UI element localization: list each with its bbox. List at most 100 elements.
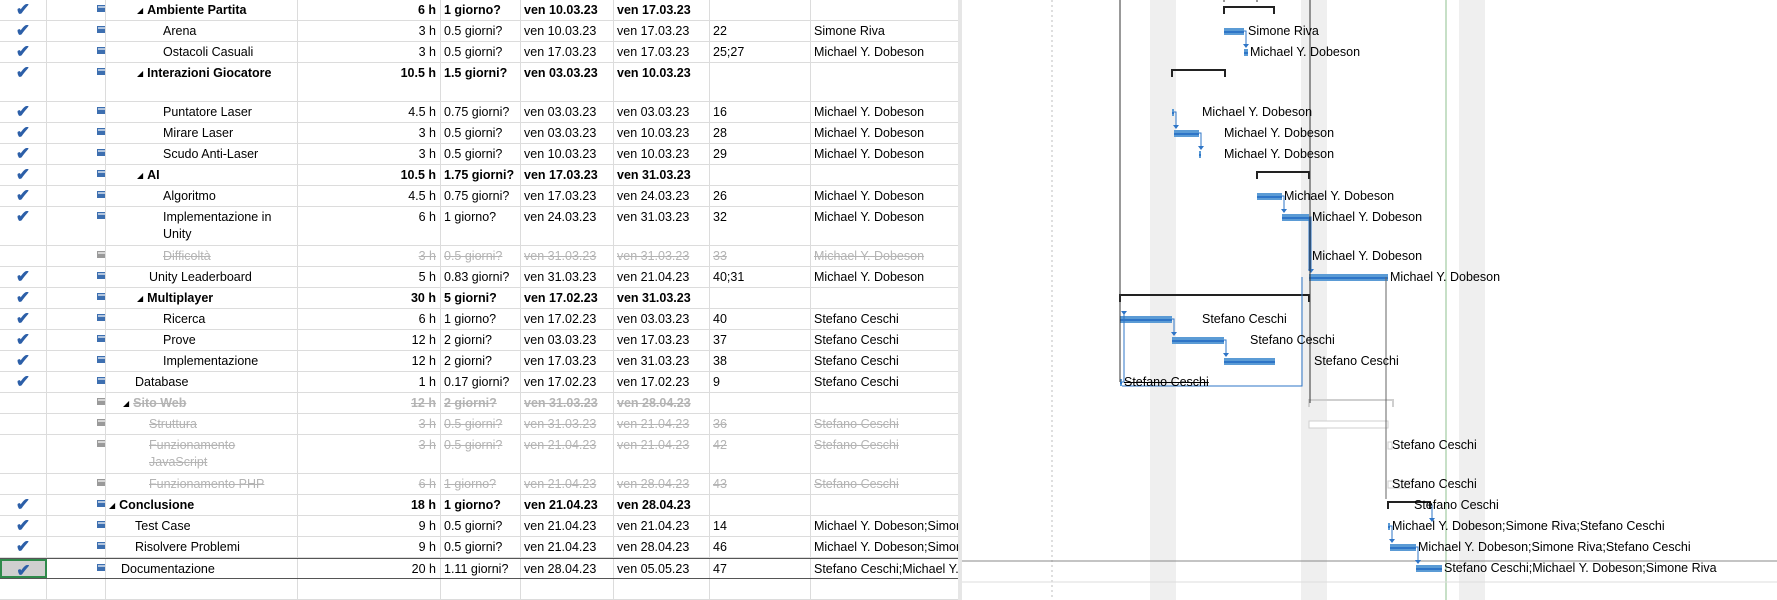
start-cell[interactable]: ven 31.03.23 — [521, 393, 614, 413]
work-cell[interactable]: 3 h — [298, 246, 441, 266]
task-name-cell[interactable]: Risolvere Problemi — [106, 537, 298, 557]
work-cell[interactable]: 3 h — [298, 42, 441, 62]
finish-cell[interactable]: ven 21.04.23 — [614, 516, 710, 536]
task-name-cell[interactable]: Database — [106, 372, 298, 392]
duration-cell[interactable]: 0.5 giorni? — [441, 516, 521, 536]
indicator-cell[interactable] — [0, 393, 47, 413]
work-cell[interactable]: 6 h — [298, 0, 441, 20]
task-row[interactable]: Funzionamento PHP 6 h 1 giorno? ven 21.04.2… — [0, 474, 962, 495]
duration-cell[interactable]: 0.5 giorni? — [441, 537, 521, 557]
task-name-cell[interactable]: Funzionamento PHP — [106, 474, 298, 494]
start-cell[interactable]: ven 28.04.23 — [521, 559, 614, 578]
start-cell[interactable]: ven 31.03.23 — [521, 246, 614, 266]
task-mode-cell[interactable] — [47, 144, 106, 164]
indicator-cell[interactable] — [0, 414, 47, 434]
task-mode-cell[interactable] — [47, 267, 106, 287]
indicator-cell[interactable]: ✔ — [0, 330, 47, 350]
task-name-cell[interactable]: Algoritmo — [106, 186, 298, 206]
task-name-cell[interactable]: Funzionamento JavaScript — [106, 435, 298, 473]
task-name-cell[interactable]: ◢ Multiplayer — [106, 288, 298, 308]
duration-cell[interactable]: 0.5 giorni? — [441, 21, 521, 41]
finish-cell[interactable]: ven 21.04.23 — [614, 435, 710, 473]
task-name-cell[interactable]: Struttura — [106, 414, 298, 434]
resource-names-cell[interactable] — [811, 393, 962, 413]
collapse-triangle-icon[interactable]: ◢ — [137, 167, 143, 184]
resource-names-cell[interactable]: Michael Y. Dobeson;Simone Riva;Stefano C… — [811, 516, 962, 536]
indicator-cell[interactable]: ✔ — [0, 21, 47, 41]
task-row[interactable]: ✔ Test Case 9 h 0.5 giorni? ven 21.04.23 ven … — [0, 516, 962, 537]
work-cell[interactable]: 6 h — [298, 474, 441, 494]
predecessors-cell[interactable]: 9 — [710, 372, 811, 392]
indicator-cell[interactable]: ✔ — [0, 309, 47, 329]
collapse-triangle-icon[interactable]: ◢ — [137, 2, 143, 19]
indicator-cell[interactable] — [0, 246, 47, 266]
collapse-triangle-icon[interactable]: ◢ — [109, 497, 115, 514]
predecessors-cell[interactable]: 46 — [710, 537, 811, 557]
start-cell[interactable]: ven 17.02.23 — [521, 309, 614, 329]
task-row[interactable]: ✔ Implementazione in Unity 6 h 1 giorno? ven… — [0, 207, 962, 246]
task-name-cell[interactable]: ◢ Interazioni Giocatore — [106, 63, 298, 101]
resource-names-cell[interactable]: Stefano Ceschi — [811, 474, 962, 494]
duration-cell[interactable]: 1.5 giorni? — [441, 63, 521, 101]
task-name-cell[interactable]: Test Case — [106, 516, 298, 536]
start-cell[interactable]: ven 21.04.23 — [521, 495, 614, 515]
task-name-cell[interactable]: ◢ Sito Web — [106, 393, 298, 413]
task-mode-cell[interactable] — [47, 309, 106, 329]
resource-names-cell[interactable]: Michael Y. Dobeson — [811, 207, 962, 245]
duration-cell[interactable]: 1 giorno? — [441, 495, 521, 515]
task-row[interactable]: ✔ Ricerca 6 h 1 giorno? ven 17.02.23 ven 03.0… — [0, 309, 962, 330]
work-cell[interactable]: 12 h — [298, 351, 441, 371]
predecessors-cell[interactable] — [710, 0, 811, 20]
finish-cell[interactable]: ven 10.03.23 — [614, 144, 710, 164]
work-cell[interactable]: 6 h — [298, 207, 441, 245]
task-mode-cell[interactable] — [47, 330, 106, 350]
empty-cell[interactable] — [521, 579, 614, 599]
duration-cell[interactable]: 2 giorni? — [441, 330, 521, 350]
task-name-cell[interactable]: ◢ Ambiente Partita — [106, 0, 298, 20]
predecessors-cell[interactable] — [710, 165, 811, 185]
resource-names-cell[interactable] — [811, 63, 962, 101]
finish-cell[interactable]: ven 17.03.23 — [614, 330, 710, 350]
duration-cell[interactable]: 5 giorni? — [441, 288, 521, 308]
task-mode-cell[interactable] — [47, 537, 106, 557]
finish-cell[interactable]: ven 17.02.23 — [614, 372, 710, 392]
empty-cell[interactable] — [298, 579, 441, 599]
task-mode-cell[interactable] — [47, 474, 106, 494]
start-cell[interactable]: ven 17.02.23 — [521, 372, 614, 392]
task-row[interactable]: ✔ Puntatore Laser 4.5 h 0.75 giorni? ven 03.… — [0, 102, 962, 123]
resource-names-cell[interactable]: Michael Y. Dobeson — [811, 123, 962, 143]
task-name-cell[interactable]: Puntatore Laser — [106, 102, 298, 122]
indicator-cell[interactable]: ✔ — [0, 123, 47, 143]
indicator-cell[interactable]: ✔ — [0, 351, 47, 371]
task-mode-cell[interactable] — [47, 102, 106, 122]
task-name-cell[interactable]: Difficoltà — [106, 246, 298, 266]
start-cell[interactable]: ven 17.03.23 — [521, 42, 614, 62]
work-cell[interactable]: 9 h — [298, 516, 441, 536]
resource-names-cell[interactable]: Michael Y. Dobeson — [811, 144, 962, 164]
start-cell[interactable]: ven 17.02.23 — [521, 288, 614, 308]
predecessors-cell[interactable]: 42 — [710, 435, 811, 473]
resource-names-cell[interactable]: Stefano Ceschi — [811, 372, 962, 392]
task-mode-cell[interactable] — [47, 435, 106, 473]
predecessors-cell[interactable]: 14 — [710, 516, 811, 536]
task-mode-cell[interactable] — [47, 42, 106, 62]
work-cell[interactable]: 10.5 h — [298, 63, 441, 101]
resource-names-cell[interactable]: Stefano Ceschi;Michael Y. Dobeson;Simone… — [811, 559, 962, 578]
finish-cell[interactable]: ven 24.03.23 — [614, 186, 710, 206]
resource-names-cell[interactable]: Stefano Ceschi — [811, 330, 962, 350]
start-cell[interactable]: ven 10.03.23 — [521, 0, 614, 20]
duration-cell[interactable]: 1.75 giorni? — [441, 165, 521, 185]
work-cell[interactable]: 18 h — [298, 495, 441, 515]
start-cell[interactable]: ven 03.03.23 — [521, 330, 614, 350]
duration-cell[interactable]: 0.5 giorni? — [441, 435, 521, 473]
task-row[interactable]: ◢ Sito Web 12 h 2 giorni? ven 31.03.23 ven 28… — [0, 393, 962, 414]
predecessors-cell[interactable] — [710, 63, 811, 101]
duration-cell[interactable]: 2 giorni? — [441, 393, 521, 413]
finish-cell[interactable]: ven 03.03.23 — [614, 309, 710, 329]
task-row[interactable]: Difficoltà 3 h 0.5 giorni? ven 31.03.23 ven … — [0, 246, 962, 267]
task-row[interactable]: ✔ Ostacoli Casuali 3 h 0.5 giorni? ven 17.03… — [0, 42, 962, 63]
duration-cell[interactable]: 0.5 giorni? — [441, 123, 521, 143]
finish-cell[interactable]: ven 17.03.23 — [614, 42, 710, 62]
duration-cell[interactable]: 0.5 giorni? — [441, 414, 521, 434]
task-mode-cell[interactable] — [47, 516, 106, 536]
